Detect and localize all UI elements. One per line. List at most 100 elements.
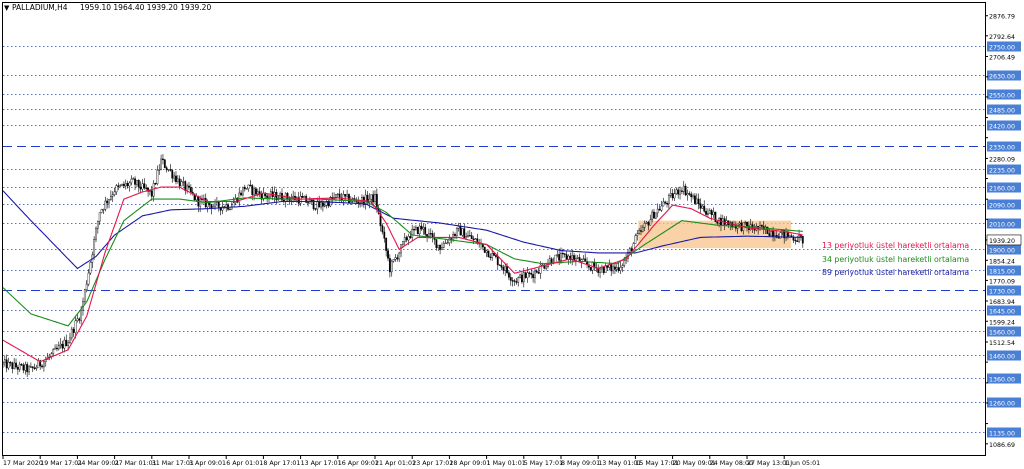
- candle-body: [251, 185, 254, 195]
- candle-body: [703, 205, 706, 212]
- candle-body: [798, 235, 800, 242]
- candle-body: [320, 202, 322, 208]
- candle-body: [195, 196, 198, 201]
- candle-body: [647, 222, 650, 226]
- candle-body: [41, 365, 43, 368]
- candle-body: [108, 199, 110, 204]
- candle-body: [165, 167, 168, 170]
- candle-body: [413, 229, 415, 231]
- candle-body: [660, 205, 663, 211]
- candle-body: [599, 268, 601, 273]
- candle-body: [132, 178, 135, 180]
- candle-body: [612, 266, 614, 272]
- price-tick-label: 1512.54: [989, 340, 1015, 347]
- time-tick-label: 28 Apr 09:01: [449, 460, 490, 467]
- candle-body: [671, 193, 674, 199]
- candle-body: [390, 260, 393, 273]
- candle-body: [344, 194, 347, 197]
- candle-body: [342, 194, 345, 201]
- level-label: 2010.00: [989, 222, 1015, 229]
- candle-body: [26, 364, 29, 373]
- level-label: 1360.00: [989, 377, 1015, 384]
- candle-body: [584, 258, 587, 262]
- candle-body: [335, 194, 337, 198]
- candle-body: [323, 204, 326, 207]
- candle-body: [619, 267, 622, 271]
- price-tick-label: 2792.64: [989, 34, 1015, 41]
- candle-body: [80, 309, 83, 321]
- candle-body: [617, 267, 620, 271]
- candle-body: [534, 270, 536, 279]
- candle-body: [699, 203, 702, 209]
- candle-body: [243, 186, 246, 190]
- candle-body: [229, 208, 231, 211]
- candle-body: [697, 198, 700, 204]
- candle-body: [109, 196, 112, 200]
- price-tick-label: 1770.09: [989, 278, 1015, 285]
- candle-body: [504, 266, 507, 271]
- candle-body: [100, 209, 103, 213]
- candle-body: [409, 236, 412, 238]
- time-tick-label: 21 Apr 01:01: [375, 460, 416, 467]
- level-label: 2090.00: [989, 203, 1015, 210]
- candle-body: [686, 193, 689, 196]
- candle-body: [712, 211, 715, 215]
- candle-body: [387, 250, 389, 259]
- candle-body: [69, 337, 71, 343]
- candle-body: [705, 211, 707, 215]
- candle-body: [558, 254, 561, 261]
- candle-body: [560, 252, 562, 261]
- candle-body: [716, 221, 719, 224]
- candle-body: [772, 230, 774, 237]
- candle-body: [7, 361, 10, 369]
- candle-body: [95, 228, 97, 240]
- time-tick-label: 19 Mar 17:01: [40, 460, 82, 467]
- candle-body: [666, 202, 668, 205]
- candle-body: [126, 183, 129, 187]
- candle-body: [638, 230, 641, 235]
- candle-body: [441, 247, 443, 250]
- candle-body: [439, 244, 441, 250]
- candle-body: [54, 347, 56, 350]
- candle-body: [556, 254, 559, 256]
- candle-body: [303, 196, 306, 198]
- candle-body: [636, 233, 639, 236]
- candle-body: [465, 236, 468, 239]
- time-tick-label: 24 Mar 09:01: [77, 460, 119, 467]
- time-tick-label: 8 May 09:01: [561, 460, 600, 467]
- candle-body: [760, 225, 763, 227]
- candle-body: [474, 238, 477, 240]
- candle-body: [162, 158, 164, 161]
- candle-body: [102, 209, 105, 211]
- candle-body: [526, 272, 529, 278]
- candle-body: [496, 256, 499, 265]
- candle-body: [489, 256, 492, 259]
- chart-background: [0, 0, 1024, 469]
- candle-body: [416, 227, 419, 235]
- candle-body: [403, 237, 406, 242]
- candle-body: [307, 202, 309, 204]
- candle-body: [664, 201, 667, 204]
- candle-body: [96, 221, 99, 229]
- candle-body: [641, 227, 644, 232]
- candle-body: [800, 235, 802, 237]
- candle-body: [673, 193, 676, 199]
- candle-body: [154, 183, 157, 185]
- header-arrow-icon[interactable]: ▼: [4, 4, 10, 12]
- candle-body: [152, 183, 155, 197]
- candle-body: [65, 339, 68, 347]
- candle-body: [535, 270, 538, 273]
- chart-header: ▼ PALLADIUM,H4 1959.10 1964.40 1939.20 1…: [4, 3, 211, 12]
- candle-body: [180, 181, 183, 187]
- price-tick-label: 2280.09: [989, 156, 1015, 163]
- candle-body: [139, 186, 142, 190]
- candle-body: [628, 248, 631, 253]
- candle-body: [3, 359, 6, 363]
- candle-body: [491, 253, 494, 259]
- time-tick-label: 3 Apr 09:01: [189, 460, 226, 467]
- candle-body: [52, 349, 55, 354]
- time-tick-label: 16 Apr 09:01: [338, 460, 379, 467]
- candle-body: [738, 222, 741, 225]
- price-chart[interactable]: 2750.00 2630.00 2550.00 2485.00 2420.00 2330.…: [0, 0, 1024, 469]
- level-label: 1730.00: [989, 289, 1015, 296]
